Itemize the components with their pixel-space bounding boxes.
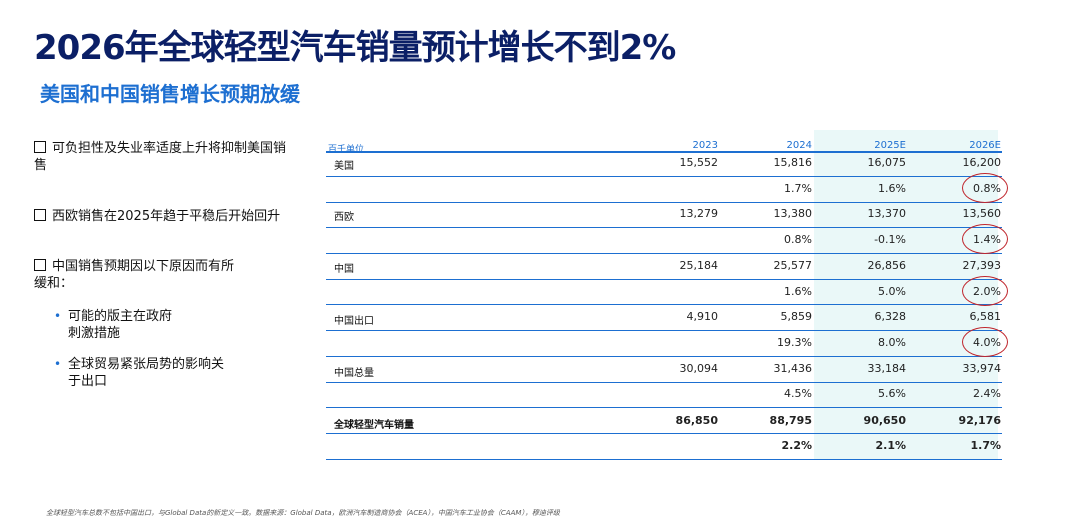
highlight-circle	[962, 276, 1008, 306]
bullet-west-europe-text: 西欧销售在2025年趋于平稳后开始回升	[52, 209, 281, 224]
cell-we-2023: 13,279	[679, 207, 719, 220]
growth-cn-2024: 1.6%	[784, 285, 812, 298]
sales-table: 百千单位 2023 2024 2025E 2026E 美国 15,552 15,…	[326, 130, 1016, 465]
header-2025e: 2025E	[874, 140, 906, 151]
highlight-circle	[962, 173, 1008, 203]
growth-gl-2025e: 2.1%	[875, 439, 906, 452]
cell-cn-2026e: 27,393	[962, 259, 1002, 272]
sub-bullet-stimulus-text: 可能的版主在政府刺激措施	[68, 309, 173, 341]
cell-gl-2024: 88,795	[769, 414, 812, 427]
growth-cnx-2024: 19.3%	[777, 336, 812, 349]
growth-cnt-2024: 4.5%	[784, 387, 812, 400]
growth-gl-2026e: 1.7%	[970, 439, 1001, 452]
cell-us-2023: 15,552	[679, 156, 719, 169]
cell-cnx-2025e: 6,328	[874, 310, 907, 323]
bullet-us: 可负担性及失业率适度上升将抑制美国销售	[34, 140, 294, 174]
sub-bullet-stimulus: • 可能的版主在政府刺激措施	[54, 308, 184, 342]
row-rule	[326, 202, 1002, 203]
cell-cnx-2023: 4,910	[686, 310, 719, 323]
checkbox-icon	[34, 209, 46, 221]
row-rule	[326, 407, 1002, 408]
row-label-china-export: 中国出口	[334, 316, 374, 327]
row-rule	[326, 433, 1002, 434]
growth-cnt-2026e: 2.4%	[973, 387, 1001, 400]
row-rule	[326, 382, 1002, 383]
bullet-west-europe: 西欧销售在2025年趋于平稳后开始回升	[34, 208, 294, 225]
row-label-west-europe: 西欧	[334, 212, 354, 223]
cell-us-2026e: 16,200	[962, 156, 1002, 169]
cell-gl-2023: 86,850	[675, 414, 718, 427]
sub-bullet-trade-text: 全球贸易紧张局势的影响关于出口	[68, 357, 225, 389]
row-rule	[326, 304, 1002, 305]
header-2026e: 2026E	[969, 140, 1001, 151]
row-rule	[326, 279, 1002, 280]
row-label-china: 中国	[334, 264, 354, 275]
cell-cn-2025e: 26,856	[867, 259, 907, 272]
bullet-dot-icon: •	[54, 309, 62, 323]
header-rule	[326, 151, 1002, 153]
header-2024: 2024	[786, 140, 812, 151]
cell-cnt-2026e: 33,974	[962, 362, 1002, 375]
row-rule	[326, 459, 1002, 460]
growth-us-2025e: 1.6%	[878, 182, 906, 195]
bullet-dot-icon: •	[54, 357, 62, 371]
row-label-us: 美国	[334, 161, 354, 172]
highlight-circle	[962, 327, 1008, 357]
footnote: 全球轻型汽车总数不包括中国出口，与Global Data的新定义一致。数据来源：…	[46, 509, 560, 517]
cell-cnt-2025e: 33,184	[867, 362, 907, 375]
cell-we-2024: 13,380	[773, 207, 813, 220]
cell-we-2025e: 13,370	[867, 207, 907, 220]
checkbox-icon	[34, 259, 46, 271]
bullet-us-text: 可负担性及失业率适度上升将抑制美国销售	[34, 141, 287, 173]
row-label-china-total: 中国总量	[334, 368, 374, 379]
growth-cn-2025e: 5.0%	[878, 285, 906, 298]
highlight-circle	[962, 224, 1008, 254]
page-title: 2026年全球轻型汽车销量预计增长不到2%	[34, 28, 676, 68]
cell-we-2026e: 13,560	[962, 207, 1002, 220]
table-unit: 百千单位	[328, 145, 365, 155]
cell-cnt-2023: 30,094	[679, 362, 719, 375]
growth-we-2024: 0.8%	[784, 233, 812, 246]
cell-gl-2026e: 92,176	[958, 414, 1001, 427]
page-subtitle: 美国和中国销售增长预期放缓	[40, 82, 300, 106]
cell-us-2024: 15,816	[773, 156, 813, 169]
growth-gl-2024: 2.2%	[781, 439, 812, 452]
sub-bullet-trade: • 全球贸易紧张局势的影响关于出口	[54, 356, 234, 390]
row-rule	[326, 253, 1002, 254]
cell-cn-2023: 25,184	[679, 259, 719, 272]
growth-us-2024: 1.7%	[784, 182, 812, 195]
row-label-global: 全球轻型汽车销量	[334, 420, 414, 431]
bullet-china: 中国销售预期因以下原因而有所缓和：	[34, 258, 234, 292]
cell-cn-2024: 25,577	[773, 259, 813, 272]
growth-we-2025e: -0.1%	[874, 233, 906, 246]
row-rule	[326, 227, 1002, 228]
growth-cnt-2025e: 5.6%	[878, 387, 906, 400]
row-rule	[326, 356, 1002, 357]
cell-cnt-2024: 31,436	[773, 362, 813, 375]
checkbox-icon	[34, 141, 46, 153]
row-rule	[326, 330, 1002, 331]
cell-gl-2025e: 90,650	[863, 414, 906, 427]
growth-cnx-2025e: 8.0%	[878, 336, 906, 349]
cell-cnx-2026e: 6,581	[969, 310, 1002, 323]
cell-cnx-2024: 5,859	[780, 310, 813, 323]
row-rule	[326, 176, 1002, 177]
cell-us-2025e: 16,075	[867, 156, 907, 169]
header-2023: 2023	[692, 140, 718, 151]
bullet-china-text: 中国销售预期因以下原因而有所缓和：	[34, 259, 235, 291]
